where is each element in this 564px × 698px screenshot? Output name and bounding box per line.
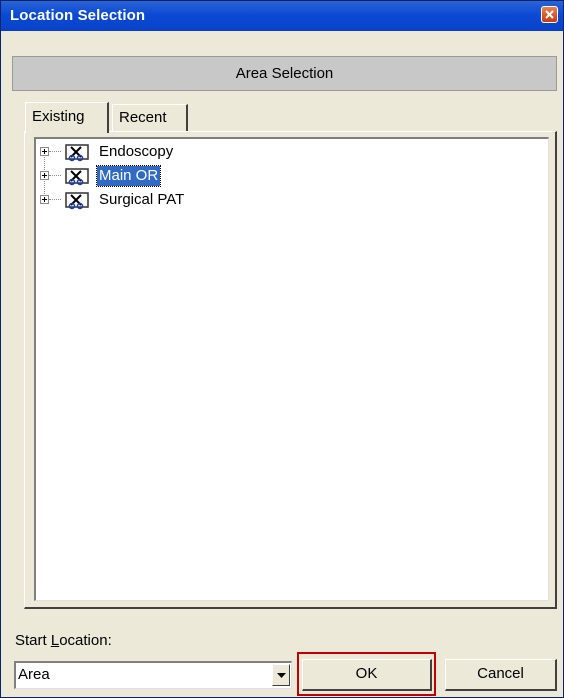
tree-item-label: Surgical PAT xyxy=(99,191,185,208)
tree-branch-line xyxy=(49,151,61,152)
expand-icon[interactable] xyxy=(40,171,49,180)
close-button[interactable] xyxy=(541,6,558,23)
dropdown-button[interactable] xyxy=(272,664,290,686)
close-icon xyxy=(545,10,554,19)
tab-recent[interactable]: Recent xyxy=(112,104,188,131)
tree-branch-line xyxy=(49,175,61,176)
start-location-label-suffix: ocation: xyxy=(59,632,112,649)
start-location-label-prefix: Start xyxy=(15,632,51,649)
expand-icon[interactable] xyxy=(40,195,49,204)
surgical-area-icon xyxy=(65,168,89,186)
area-selection-header: Area Selection xyxy=(12,56,557,91)
cancel-button[interactable]: Cancel xyxy=(445,659,557,691)
start-location-label-accelerator: L xyxy=(50,632,60,649)
tree-item-label: Main OR xyxy=(95,165,162,187)
start-location-label: Start Location: xyxy=(15,632,112,649)
tree-item-endoscopy[interactable]: Endoscopy xyxy=(36,141,436,163)
location-selection-dialog: Location Selection Area Selection Existi… xyxy=(0,0,564,698)
tab-existing[interactable]: Existing xyxy=(25,102,109,133)
surgical-area-icon xyxy=(65,144,89,162)
tree-item-main-or[interactable]: Main OR xyxy=(36,165,436,187)
surgical-area-icon xyxy=(65,192,89,210)
tree-item-label: Endoscopy xyxy=(99,143,174,160)
chevron-down-icon xyxy=(277,673,286,678)
tree-branch-line xyxy=(49,199,61,200)
dialog-title: Location Selection xyxy=(10,7,146,24)
tree-item-surgical-pat[interactable]: Surgical PAT xyxy=(36,189,436,211)
expand-icon[interactable] xyxy=(40,147,49,156)
ok-button[interactable]: OK xyxy=(302,659,432,691)
title-bar[interactable]: Location Selection xyxy=(1,1,563,31)
start-location-value: Area xyxy=(18,666,50,683)
location-tree[interactable]: Endoscopy Main OR Surgical PAT xyxy=(34,137,549,601)
start-location-select[interactable]: Area xyxy=(14,661,292,689)
